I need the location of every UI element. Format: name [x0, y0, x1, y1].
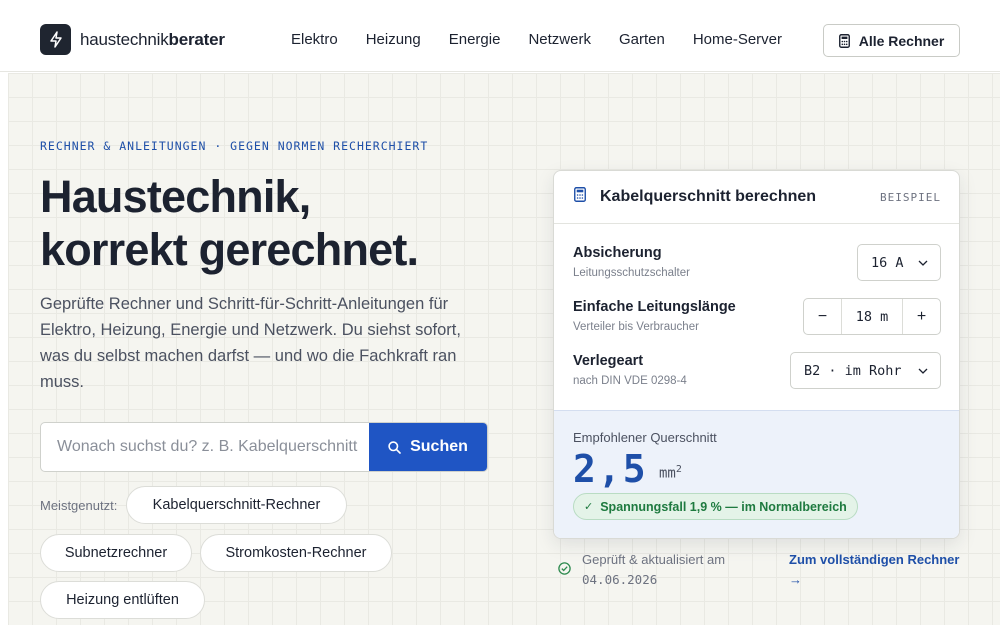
installation-method-select[interactable]: B2 · im Rohr	[790, 352, 941, 389]
search-bar: Suchen	[40, 422, 488, 472]
search-button-label: Suchen	[410, 438, 468, 455]
all-calculators-label: Alle Rechner	[858, 32, 945, 49]
calculator-card-header: Kabelquerschnitt berechnen BEISPIEL	[554, 171, 959, 224]
hero-eyebrow: RECHNER & ANLEITUNGEN · GEGEN NORMEN REC…	[40, 139, 429, 153]
headline-line-1: Haustechnik,	[40, 171, 311, 222]
calculator-icon	[838, 33, 850, 48]
verified-info: Geprüft & aktualisiert am 04.06.2026	[582, 550, 725, 590]
nav-item-elektro[interactable]: Elektro	[291, 31, 338, 48]
fuse-select[interactable]: 16 A	[857, 244, 941, 281]
lightning-icon	[40, 24, 71, 55]
cable-length-label: Einfache Leitungslänge	[573, 299, 736, 315]
hero-headline: Haustechnik, korrekt gerechnet.	[40, 170, 520, 276]
cable-length-sublabel: Verteiler bis Verbraucher	[573, 321, 699, 333]
check-circle-icon	[558, 562, 571, 575]
fuse-select-value: 16 A	[871, 254, 904, 271]
example-tag: BEISPIEL	[880, 191, 941, 204]
search-input[interactable]	[41, 423, 371, 471]
increment-button[interactable]: +	[903, 299, 940, 334]
hero-lead: Geprüfte Rechner und Schritt-für-Schritt…	[40, 295, 461, 391]
nav-item-garten[interactable]: Garten	[619, 31, 665, 48]
nav-item-energie[interactable]: Energie	[449, 31, 501, 48]
fuse-sublabel: Leitungsschutzschalter	[573, 267, 690, 279]
verified-label: Geprüft & aktualisiert am	[582, 552, 726, 567]
verified-date: 04.06.2026	[582, 572, 658, 587]
all-calculators-button[interactable]: Alle Rechner	[823, 24, 960, 57]
chip-subnetzrechner[interactable]: Subnetzrechner	[40, 534, 192, 572]
result-unit: mm2	[659, 464, 682, 482]
site-header: haustechnikberater Elektro Heizung Energ…	[0, 0, 1000, 72]
chip-kabelquerschnitt-rechner[interactable]: Kabelquerschnitt-Rechner	[126, 486, 347, 524]
result-label: Empfohlener Querschnitt	[573, 430, 717, 445]
search-button[interactable]: Suchen	[369, 423, 487, 471]
nav-item-home-server[interactable]: Home-Server	[693, 31, 782, 48]
main-nav: Elektro Heizung Energie Netzwerk Garten …	[291, 31, 810, 48]
cable-length-value[interactable]: 18 m	[841, 299, 903, 334]
result-value: 2,5	[573, 447, 648, 491]
chevron-down-icon	[918, 260, 928, 266]
popular-label: Meistgenutzt:	[40, 498, 118, 513]
result-unit-base: mm	[659, 465, 676, 482]
brand-name-bold: berater	[168, 29, 225, 49]
voltage-drop-text: Spannungsfall 1,9 % — im Normalbereich	[600, 499, 847, 514]
voltage-drop-badge: ✓ Spannungsfall 1,9 % — im Normalbereich	[573, 493, 858, 520]
installation-method-value: B2 · im Rohr	[804, 362, 902, 379]
full-calculator-link[interactable]: Zum vollständigen Rechner →	[789, 550, 969, 590]
headline-line-2: korrekt gerechnet.	[40, 224, 419, 275]
check-icon: ✓	[584, 501, 594, 513]
calculator-icon	[574, 187, 586, 202]
calculator-title: Kabelquerschnitt berechnen	[600, 188, 817, 205]
result-panel: Empfohlener Querschnitt 2,5 mm2 ✓ Spannu…	[554, 410, 959, 538]
calculator-card: Kabelquerschnitt berechnen BEISPIEL Absi…	[553, 170, 960, 539]
nav-item-netzwerk[interactable]: Netzwerk	[528, 31, 591, 48]
nav-item-heizung[interactable]: Heizung	[366, 31, 421, 48]
chip-stromkosten-rechner[interactable]: Stromkosten-Rechner	[200, 534, 392, 572]
chevron-down-icon	[918, 368, 928, 374]
installation-method-sublabel: nach DIN VDE 0298-4	[573, 375, 687, 387]
installation-method-label: Verlegeart	[573, 353, 644, 369]
search-icon	[388, 440, 401, 454]
result-unit-exponent: 2	[675, 464, 682, 475]
fuse-label: Absicherung	[573, 245, 662, 261]
decrement-button[interactable]: −	[804, 299, 841, 334]
chip-heizung-entlueften[interactable]: Heizung entlüften	[40, 581, 205, 619]
cable-length-stepper: − 18 m +	[803, 298, 941, 335]
brand-logo[interactable]: haustechnikberater	[40, 24, 225, 55]
brand-name: haustechnikberater	[80, 30, 225, 50]
brand-name-regular: haustechnik	[80, 29, 169, 49]
